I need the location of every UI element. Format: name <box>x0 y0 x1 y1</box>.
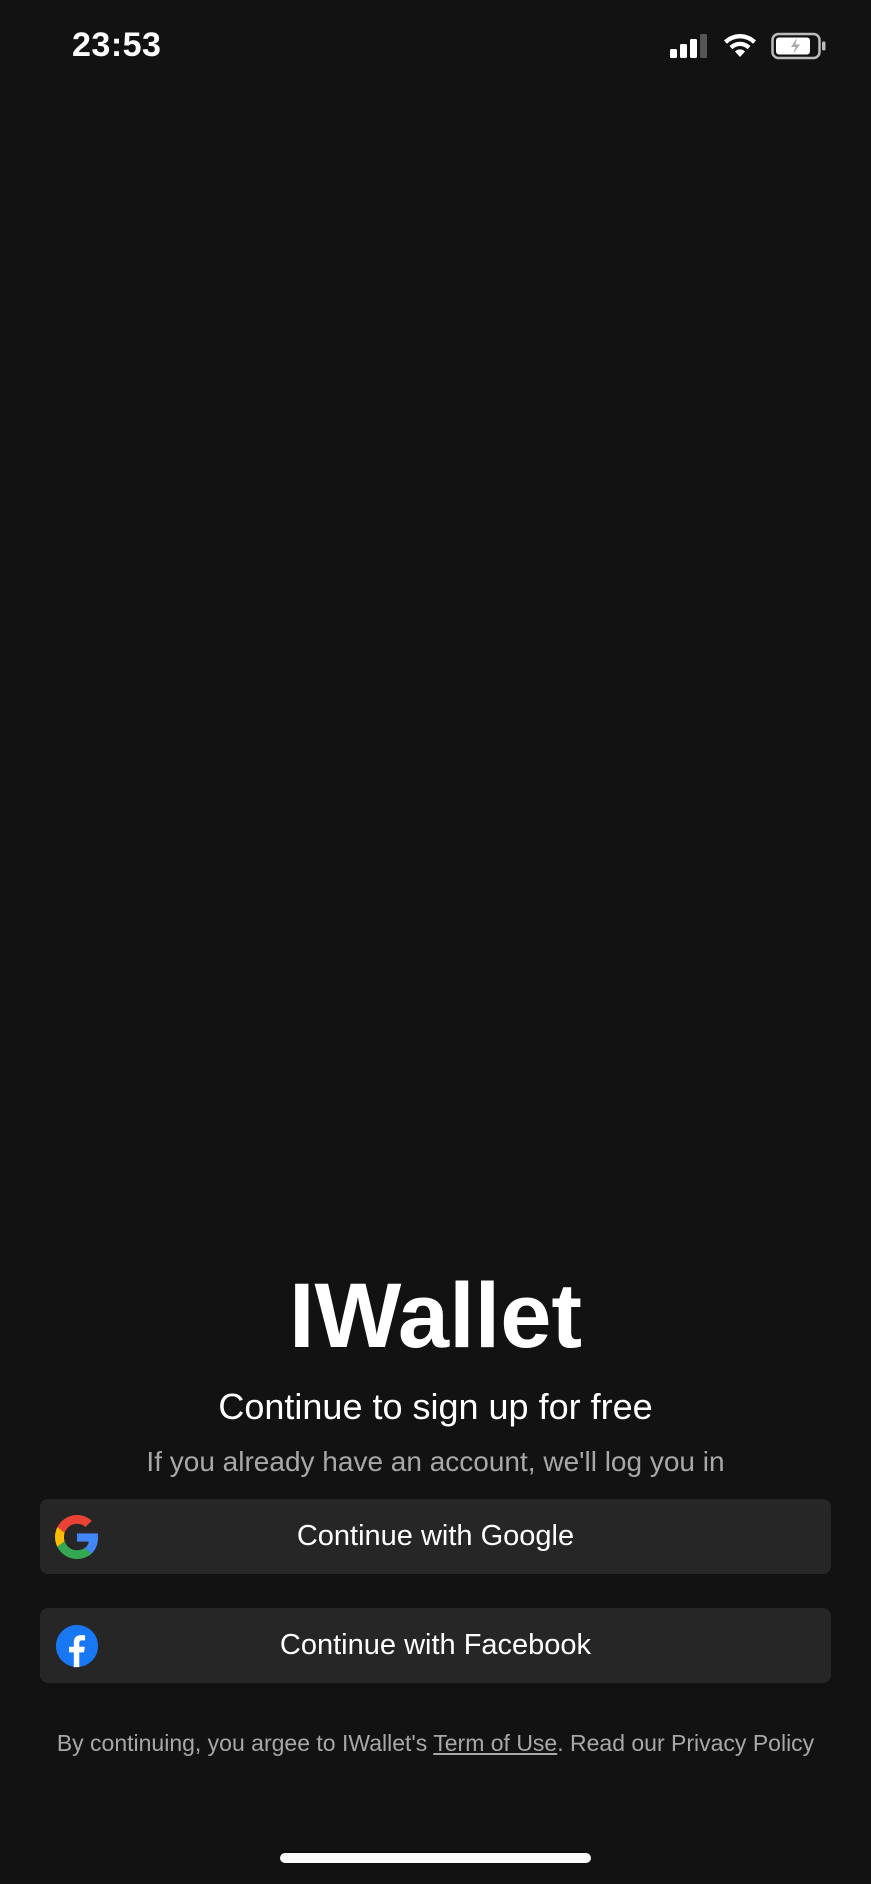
continue-with-facebook-button[interactable]: Continue with Facebook <box>40 1608 831 1683</box>
status-icons <box>669 32 827 60</box>
signup-subheadline: If you already have an account, we'll lo… <box>146 1446 725 1477</box>
status-time: 23:53 <box>72 26 162 64</box>
home-indicator[interactable] <box>280 1853 591 1863</box>
privacy-policy-link[interactable]: Privacy Policy <box>671 1730 814 1756</box>
google-button-label: Continue with Google <box>296 1520 575 1552</box>
google-logo-icon <box>55 1515 99 1559</box>
legal-notice: By continuing, you argee to IWallet's Te… <box>0 1730 871 1757</box>
legal-prefix: By continuing, you argee to IWallet's <box>56 1730 434 1756</box>
status-bar: 23:53 <box>0 0 871 96</box>
cellular-signal-icon <box>670 34 707 58</box>
battery-charging-icon <box>771 32 826 60</box>
continue-with-google-button[interactable]: Continue with Google <box>40 1499 831 1574</box>
app-title: IWallet <box>288 1265 583 1367</box>
wifi-icon <box>724 34 756 57</box>
facebook-button-label: Continue with Facebook <box>279 1629 592 1661</box>
terms-of-use-link[interactable]: Term of Use <box>433 1730 557 1756</box>
signup-headline: Continue to sign up for free <box>218 1386 653 1427</box>
facebook-logo-icon <box>55 1624 99 1668</box>
legal-middle: . Read our <box>557 1730 672 1756</box>
